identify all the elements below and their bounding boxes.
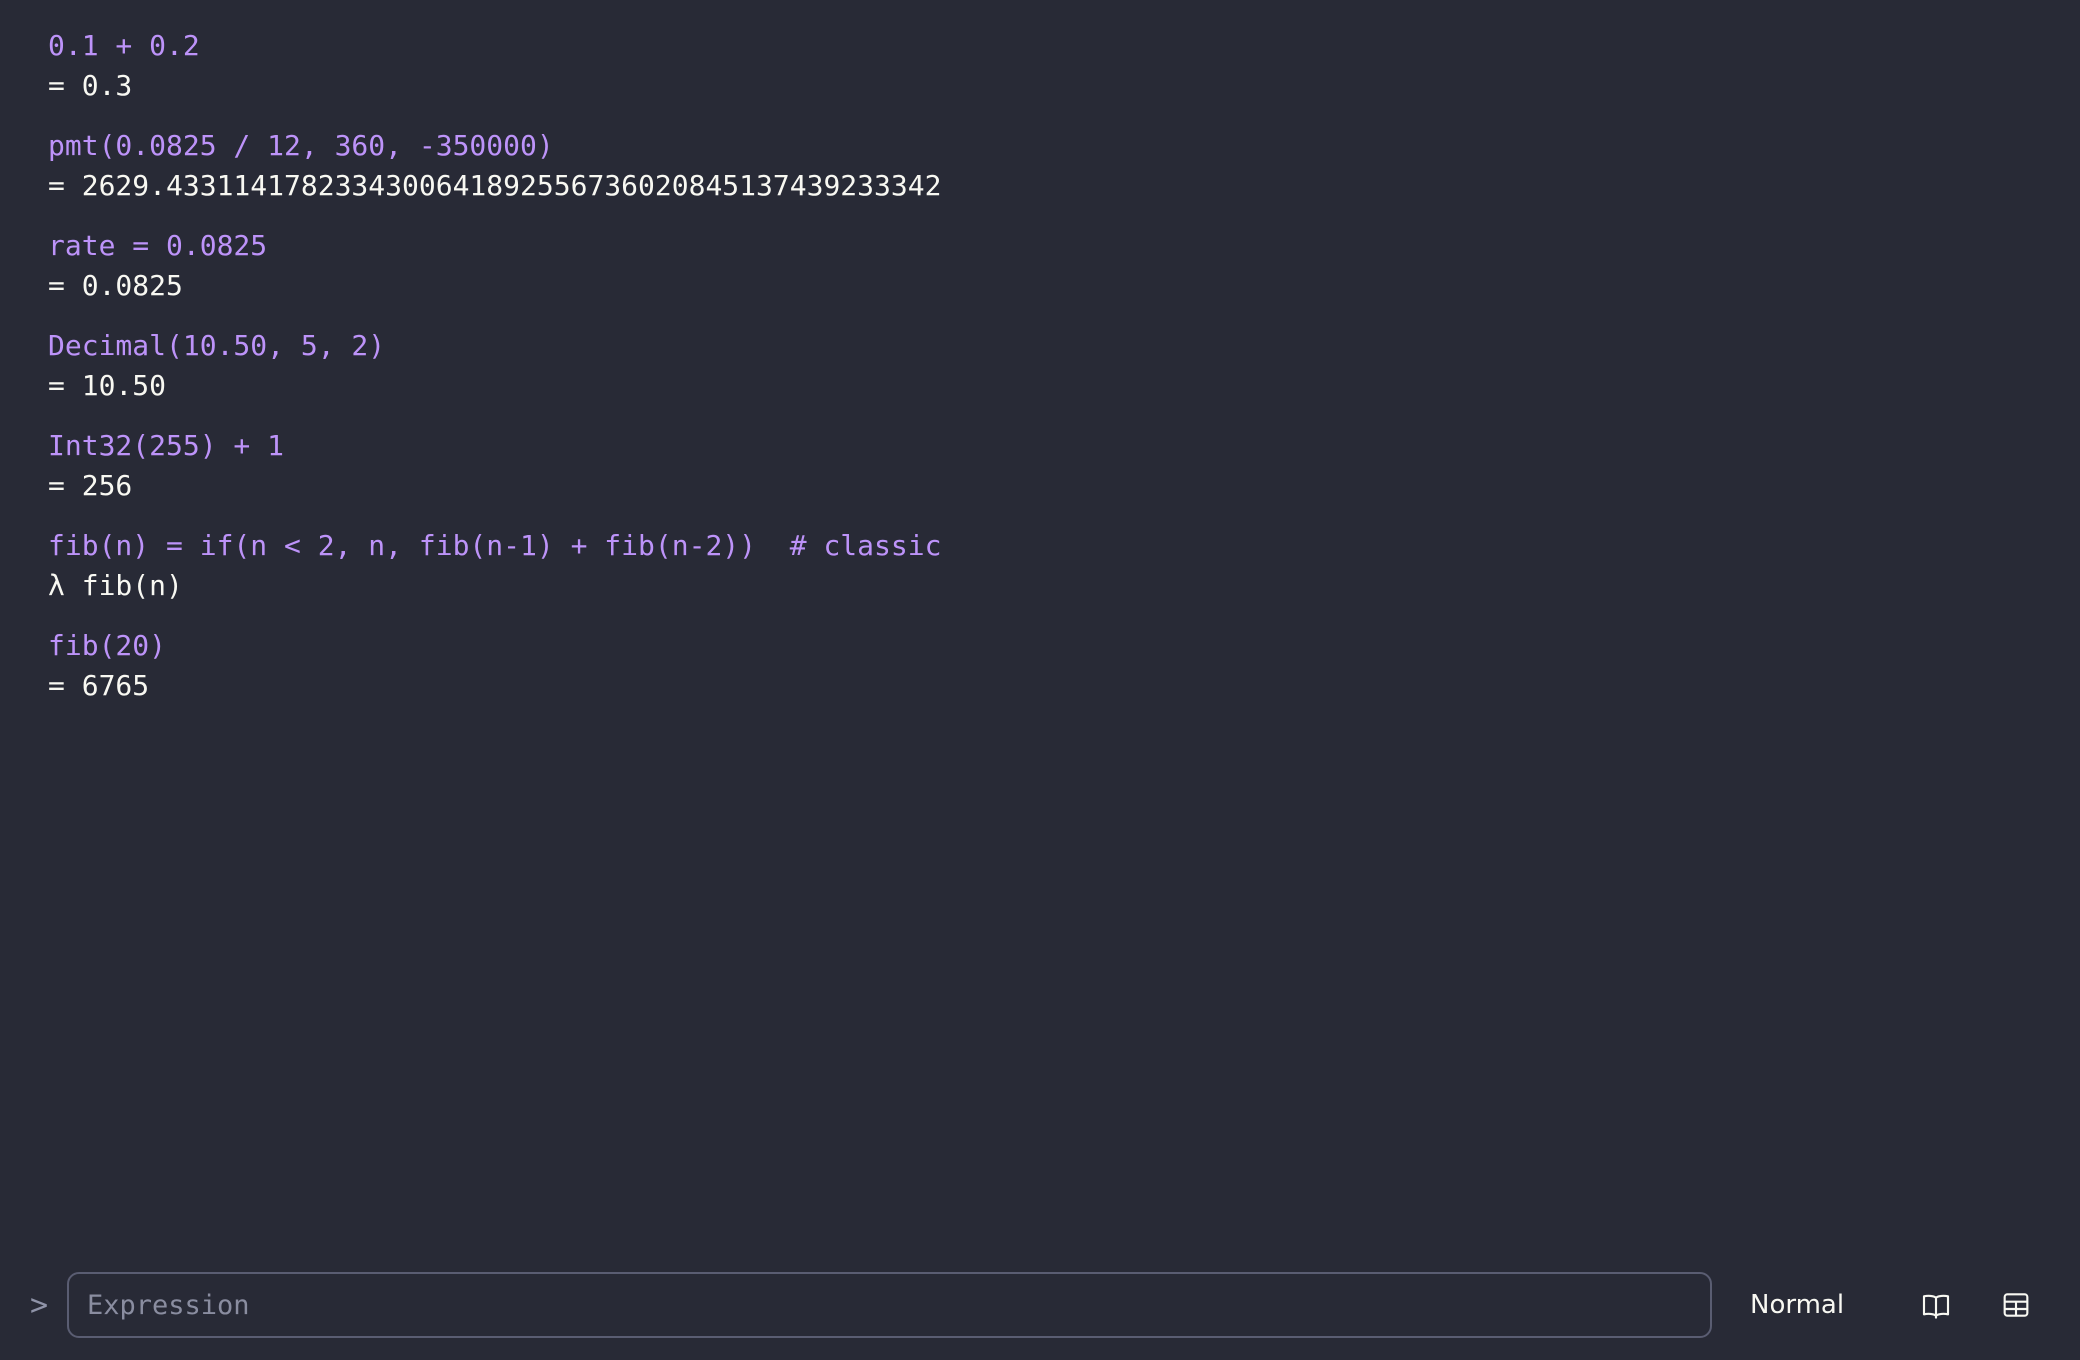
history-result: = 2629.433114178233430064189255673602084…	[48, 169, 942, 202]
input-bar: > Normal	[0, 1272, 2080, 1340]
history-result: = 6765	[48, 669, 150, 702]
history-expression[interactable]: Int32(255) + 1	[48, 426, 2032, 466]
table-button[interactable]	[1992, 1282, 2040, 1328]
history-result: λ fib(n)	[48, 569, 183, 602]
history-expression[interactable]: fib(n) = if(n < 2, n, fib(n-1) + fib(n-2…	[48, 526, 2032, 566]
history-result: = 256	[48, 469, 133, 502]
history-result: = 10.50	[48, 369, 167, 402]
history-expression[interactable]: Decimal(10.50, 5, 2)	[48, 326, 2032, 366]
history-expression[interactable]: rate = 0.0825	[48, 226, 2032, 266]
history-entry: Int32(255) + 1 = 256	[48, 426, 2032, 506]
history-entry: pmt(0.0825 / 12, 360, -350000) = 2629.43…	[48, 126, 2032, 206]
history-entry: fib(20) = 6765	[48, 626, 2032, 706]
history-expression[interactable]: fib(20)	[48, 626, 2032, 666]
history-entry: fib(n) = if(n < 2, n, fib(n-1) + fib(n-2…	[48, 526, 2032, 606]
history-result: = 0.3	[48, 69, 133, 102]
history-entry: 0.1 + 0.2 = 0.3	[48, 26, 2032, 106]
history-expression[interactable]: 0.1 + 0.2	[48, 26, 2032, 66]
table-icon	[2000, 1289, 2032, 1321]
prompt-symbol: >	[30, 1288, 49, 1323]
book-icon	[1920, 1289, 1952, 1321]
mode-button[interactable]: Normal	[1740, 1282, 1854, 1328]
history-panel: 0.1 + 0.2 = 0.3 pmt(0.0825 / 12, 360, -3…	[48, 26, 2032, 726]
history-entry: Decimal(10.50, 5, 2) = 10.50	[48, 326, 2032, 406]
expression-input[interactable]	[67, 1272, 1712, 1338]
docs-button[interactable]	[1912, 1282, 1960, 1328]
history-result: = 0.0825	[48, 269, 183, 302]
history-entry: rate = 0.0825 = 0.0825	[48, 226, 2032, 306]
history-expression[interactable]: pmt(0.0825 / 12, 360, -350000)	[48, 126, 2032, 166]
